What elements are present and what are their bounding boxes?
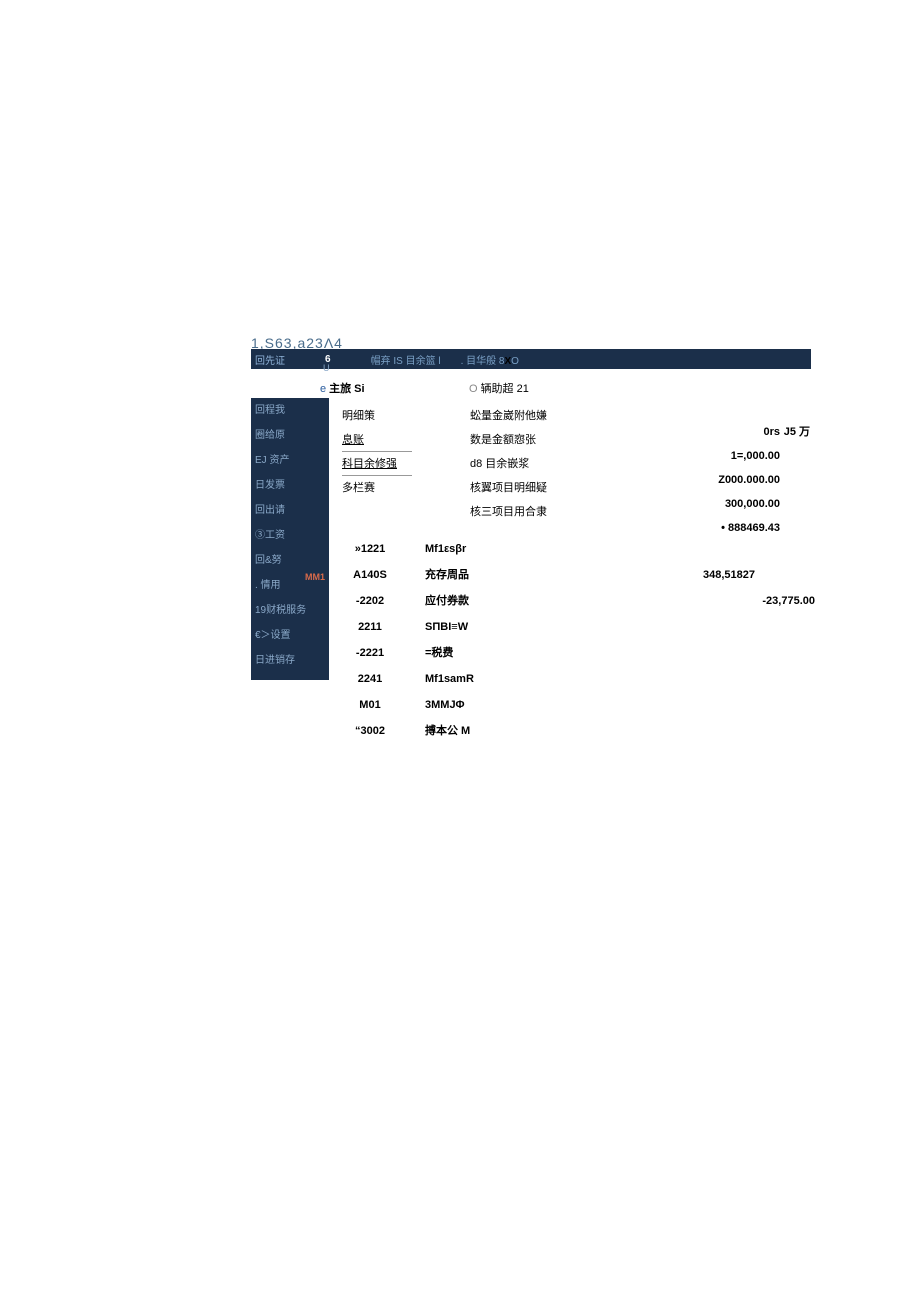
acct-code: »1221: [335, 536, 405, 562]
report-links-column: 明细策 息账 科目余修强 多栏赛: [342, 404, 422, 500]
sidebar: 回程我 圈给原 EJ 资产 日发票 回出请 ③工资 回&努 . 情用 MM1 1…: [251, 398, 329, 680]
mid-item[interactable]: 蚣量金崴附他嫌: [470, 404, 590, 428]
sidebar-item[interactable]: 圈给原: [251, 423, 329, 448]
sidebar-item[interactable]: . 情用 MM1: [251, 573, 329, 598]
topbar-label-2[interactable]: 帽弃 IS 目余篮 l: [371, 352, 441, 367]
radio-row: e主旅 Si O辆助超 21: [320, 380, 820, 400]
sidebar-item[interactable]: 日发票: [251, 473, 329, 498]
link-detail[interactable]: 明细策: [342, 404, 422, 428]
mid-item[interactable]: 核翼项目明细疑: [470, 476, 590, 500]
acct-code: -2221: [335, 640, 405, 666]
link-label: 息账: [342, 428, 364, 452]
acct-name: 3MMJΦ: [425, 692, 545, 718]
mid-item[interactable]: 核三项目用合隶: [470, 500, 590, 524]
topbar-label-3-pre: . 目华般 8: [461, 356, 505, 367]
acct-name: =税费: [425, 640, 545, 666]
amount-cell: 1=,000.00: [660, 444, 780, 468]
radio-main[interactable]: e主旅 Si: [320, 380, 365, 396]
table-row[interactable]: -2221 =税费: [335, 640, 835, 666]
sidebar-item-label: . 情用: [255, 580, 281, 591]
table-row[interactable]: A140S 充存周品 348,51827: [335, 562, 835, 588]
table-row[interactable]: 2241 Mf1samR: [335, 666, 835, 692]
acct-name: Mf1εsβr: [425, 536, 545, 562]
link-label: 明细策: [342, 410, 375, 422]
account-table: »1221 Mf1εsβr A140S 充存周品 348,51827 -2202…: [335, 536, 835, 744]
acct-name: 搏本公 M: [425, 718, 545, 744]
mid-item[interactable]: 数是金额惌张: [470, 428, 590, 452]
col-header: J5 万: [710, 420, 810, 444]
sidebar-item[interactable]: EJ 资产: [251, 448, 329, 473]
acct-code: “3002: [335, 718, 405, 744]
radio-aux[interactable]: O辆助超 21: [469, 380, 529, 396]
topbar-label-3[interactable]: . 目华般 8XO: [461, 352, 519, 367]
amount-cell: 300,000.00: [660, 492, 780, 516]
table-row[interactable]: M01 3MMJΦ: [335, 692, 835, 718]
radio-ring-icon: O: [469, 383, 478, 395]
link-general-ledger[interactable]: 息账: [342, 428, 412, 452]
acct-code: 2241: [335, 666, 405, 692]
radio-main-label: 主旅 Si: [329, 383, 364, 395]
sidebar-item[interactable]: 日进销存: [251, 648, 329, 680]
badge-mm: MM1: [305, 565, 325, 590]
topbar-label-3-suf: O: [511, 356, 519, 367]
radio-aux-label: 辆助超 21: [481, 383, 529, 395]
link-balance[interactable]: 科目余修强: [342, 452, 412, 476]
amount-column-2: J5 万: [710, 420, 810, 444]
acct-amt: -23,775.00: [715, 588, 815, 614]
acct-code: A140S: [335, 562, 405, 588]
radio-dot-icon: e: [320, 383, 326, 395]
acct-name: 充存周品: [425, 562, 545, 588]
topbar-u: U: [323, 363, 330, 373]
link-label: 多栏赛: [342, 482, 375, 494]
acct-code: M01: [335, 692, 405, 718]
acct-code: -2202: [335, 588, 405, 614]
table-row[interactable]: -2202 应付券款 -23,775.00: [335, 588, 835, 614]
topbar-label-2-text: 帽弃 IS 目余篮 l: [371, 356, 441, 367]
amount-cell: Z000.000.00: [660, 468, 780, 492]
link-multi-column[interactable]: 多栏赛: [342, 476, 422, 500]
link-label: 科目余修强: [342, 452, 397, 476]
sidebar-item[interactable]: 回程我: [251, 398, 329, 423]
acct-code: 2211: [335, 614, 405, 640]
acct-name: SΠBI≡W: [425, 614, 545, 640]
sidebar-item[interactable]: 回出请: [251, 498, 329, 523]
mid-item[interactable]: d8 目余嵌浆: [470, 452, 590, 476]
table-row[interactable]: 2211 SΠBI≡W: [335, 614, 835, 640]
sidebar-item[interactable]: 19财税服务: [251, 598, 329, 623]
topbar-label-1[interactable]: 回先证: [255, 352, 285, 367]
acct-name: 应付券款: [425, 588, 545, 614]
table-row[interactable]: “3002 搏本公 M: [335, 718, 835, 744]
sidebar-item[interactable]: €＞设置: [251, 623, 329, 648]
page: 1,S63,a23Λ4 回先证 6 U 帽弃 IS 目余篮 l . 目华般 8X…: [0, 0, 920, 1301]
sidebar-item[interactable]: ③工资: [251, 523, 329, 548]
table-row[interactable]: »1221 Mf1εsβr: [335, 536, 835, 562]
report-mid-column: 蚣量金崴附他嫌 数是金额惌张 d8 目余嵌浆 核翼项目明细疑 核三项目用合隶: [470, 404, 590, 524]
acct-name: Mf1samR: [425, 666, 545, 692]
top-bar: 回先证 6 U 帽弃 IS 目余篮 l . 目华般 8XO: [251, 349, 811, 369]
acct-amt: 348,51827: [655, 562, 755, 588]
